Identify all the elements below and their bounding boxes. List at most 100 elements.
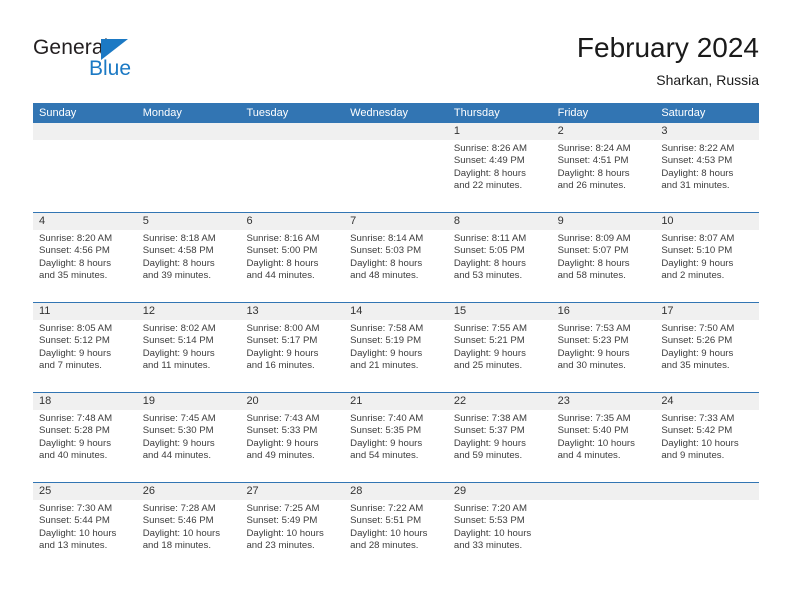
day-number[interactable]: 19 (137, 393, 241, 410)
day-number[interactable]: 4 (33, 213, 137, 230)
day-number[interactable]: 27 (240, 483, 344, 500)
daylight-text-cont: and 54 minutes. (350, 450, 419, 462)
day-number[interactable]: 20 (240, 393, 344, 410)
day-number[interactable]: 1 (448, 123, 552, 140)
day-cell[interactable]: Sunrise: 7:20 AM Sunset: 5:53 PM Daylight:… (448, 500, 552, 572)
daylight-text-cont: and 16 minutes. (246, 360, 315, 372)
day-cell[interactable]: Sunrise: 7:33 AM Sunset: 5:42 PM Daylight:… (655, 410, 759, 482)
day-number[interactable]: 15 (448, 303, 552, 320)
day-number[interactable]: 6 (240, 213, 344, 230)
day-number[interactable]: 29 (448, 483, 552, 500)
daylight-text: Daylight: 8 hours (661, 167, 734, 179)
daylight-text-cont: and 35 minutes. (661, 360, 730, 372)
day-number[interactable]: 5 (137, 213, 241, 230)
brand-logo[interactable]: General Blue (33, 36, 233, 84)
day-number[interactable]: 26 (137, 483, 241, 500)
daylight-text-cont: and 44 minutes. (142, 450, 211, 462)
day-number[interactable]: 28 (344, 483, 448, 500)
daylight-text-cont: and 58 minutes. (557, 270, 626, 282)
daylight-text-cont: and 44 minutes. (246, 270, 315, 282)
day-number[interactable]: 14 (344, 303, 448, 320)
day-detail-row: Sunrise: 8:05 AM Sunset: 5:12 PM Daylight:… (33, 320, 759, 392)
day-cell[interactable]: Sunrise: 8:24 AM Sunset: 4:51 PM Daylight:… (552, 140, 656, 212)
day-number[interactable]: 3 (655, 123, 759, 140)
day-cell-empty (344, 140, 448, 212)
sunrise-text: Sunrise: 7:30 AM (39, 503, 113, 514)
day-cell[interactable]: Sunrise: 7:22 AM Sunset: 5:51 PM Daylight:… (344, 500, 448, 572)
day-number[interactable]: 24 (655, 393, 759, 410)
sunset-text: Sunset: 5:40 PM (557, 425, 629, 437)
daylight-text-cont: and 49 minutes. (246, 450, 315, 462)
sunset-text: Sunset: 5:21 PM (453, 335, 525, 347)
daylight-text-cont: and 4 minutes. (557, 450, 621, 462)
day-number[interactable]: 12 (137, 303, 241, 320)
page-title: February 2024 (576, 32, 759, 63)
day-cell[interactable]: Sunrise: 7:28 AM Sunset: 5:46 PM Daylight:… (137, 500, 241, 572)
sunrise-text: Sunrise: 8:26 AM (453, 143, 527, 154)
day-cell[interactable]: Sunrise: 8:18 AM Sunset: 4:58 PM Daylight:… (137, 230, 241, 302)
daylight-text: Daylight: 10 hours (557, 437, 635, 449)
day-cell[interactable]: Sunrise: 8:26 AM Sunset: 4:49 PM Daylight:… (448, 140, 552, 212)
day-number[interactable]: 23 (552, 393, 656, 410)
day-number[interactable]: 11 (33, 303, 137, 320)
day-number[interactable]: 2 (552, 123, 656, 140)
day-number-empty (344, 123, 448, 140)
day-number-empty (33, 123, 137, 140)
sunset-text: Sunset: 5:19 PM (350, 335, 422, 347)
day-number-empty (137, 123, 241, 140)
day-cell[interactable]: Sunrise: 8:14 AM Sunset: 5:03 PM Daylight:… (344, 230, 448, 302)
day-cell[interactable]: Sunrise: 7:55 AM Sunset: 5:21 PM Daylight:… (448, 320, 552, 392)
day-cell[interactable]: Sunrise: 7:30 AM Sunset: 5:44 PM Daylight:… (33, 500, 137, 572)
day-number[interactable]: 17 (655, 303, 759, 320)
daylight-text: Daylight: 9 hours (453, 347, 526, 359)
day-cell[interactable]: Sunrise: 7:53 AM Sunset: 5:23 PM Daylight:… (552, 320, 656, 392)
day-number[interactable]: 22 (448, 393, 552, 410)
day-cell[interactable]: Sunrise: 7:50 AM Sunset: 5:26 PM Daylight:… (655, 320, 759, 392)
sunrise-text: Sunrise: 8:05 AM (39, 323, 113, 334)
sunrise-text: Sunrise: 8:07 AM (661, 233, 735, 244)
page-header: General Blue February 2024 Sharkan, Russ… (0, 0, 792, 103)
daylight-text: Daylight: 9 hours (453, 437, 526, 449)
day-number[interactable]: 13 (240, 303, 344, 320)
sunset-text: Sunset: 5:42 PM (661, 425, 733, 437)
day-number[interactable]: 10 (655, 213, 759, 230)
day-cell[interactable]: Sunrise: 8:00 AM Sunset: 5:17 PM Daylight:… (240, 320, 344, 392)
day-cell[interactable]: Sunrise: 7:25 AM Sunset: 5:49 PM Daylight:… (240, 500, 344, 572)
daylight-text-cont: and 21 minutes. (350, 360, 419, 372)
day-number-row: 11 12 13 14 15 16 17 (33, 303, 759, 320)
day-cell[interactable]: Sunrise: 7:58 AM Sunset: 5:19 PM Daylight:… (344, 320, 448, 392)
day-number[interactable]: 21 (344, 393, 448, 410)
daylight-text: Daylight: 8 hours (350, 257, 423, 269)
day-number[interactable]: 9 (552, 213, 656, 230)
daylight-text-cont: and 28 minutes. (350, 540, 419, 552)
daylight-text: Daylight: 8 hours (557, 257, 630, 269)
day-cell[interactable]: Sunrise: 8:07 AM Sunset: 5:10 PM Daylight:… (655, 230, 759, 302)
day-cell[interactable]: Sunrise: 8:09 AM Sunset: 5:07 PM Daylight:… (552, 230, 656, 302)
sunrise-text: Sunrise: 8:16 AM (246, 233, 320, 244)
daylight-text: Daylight: 9 hours (142, 437, 215, 449)
day-cell[interactable]: Sunrise: 7:43 AM Sunset: 5:33 PM Daylight:… (240, 410, 344, 482)
day-number[interactable]: 18 (33, 393, 137, 410)
day-number[interactable]: 25 (33, 483, 137, 500)
day-cell[interactable]: Sunrise: 8:02 AM Sunset: 5:14 PM Daylight:… (137, 320, 241, 392)
daylight-text-cont: and 2 minutes. (661, 270, 725, 282)
day-cell[interactable]: Sunrise: 7:45 AM Sunset: 5:30 PM Daylight:… (137, 410, 241, 482)
day-cell[interactable]: Sunrise: 8:16 AM Sunset: 5:00 PM Daylight:… (240, 230, 344, 302)
daylight-text: Daylight: 9 hours (246, 347, 319, 359)
day-cell[interactable]: Sunrise: 8:05 AM Sunset: 5:12 PM Daylight:… (33, 320, 137, 392)
day-cell[interactable]: Sunrise: 7:48 AM Sunset: 5:28 PM Daylight:… (33, 410, 137, 482)
day-number[interactable]: 8 (448, 213, 552, 230)
day-cell[interactable]: Sunrise: 7:40 AM Sunset: 5:35 PM Daylight:… (344, 410, 448, 482)
day-cell[interactable]: Sunrise: 8:11 AM Sunset: 5:05 PM Daylight:… (448, 230, 552, 302)
day-cell[interactable]: Sunrise: 7:35 AM Sunset: 5:40 PM Daylight:… (552, 410, 656, 482)
day-number[interactable]: 7 (344, 213, 448, 230)
daylight-text: Daylight: 8 hours (246, 257, 319, 269)
day-number[interactable]: 16 (552, 303, 656, 320)
daylight-text: Daylight: 9 hours (39, 347, 111, 359)
day-cell[interactable]: Sunrise: 7:38 AM Sunset: 5:37 PM Daylight:… (448, 410, 552, 482)
day-cell[interactable]: Sunrise: 8:20 AM Sunset: 4:56 PM Daylight:… (33, 230, 137, 302)
day-cell[interactable]: Sunrise: 8:22 AM Sunset: 4:53 PM Daylight:… (655, 140, 759, 212)
daylight-text-cont: and 40 minutes. (39, 450, 108, 462)
calendar-week-row: 25 26 27 28 29 Sunrise: 7:30 AM Sunset: 5:44 P… (33, 482, 759, 572)
day-cell-empty (33, 140, 137, 212)
